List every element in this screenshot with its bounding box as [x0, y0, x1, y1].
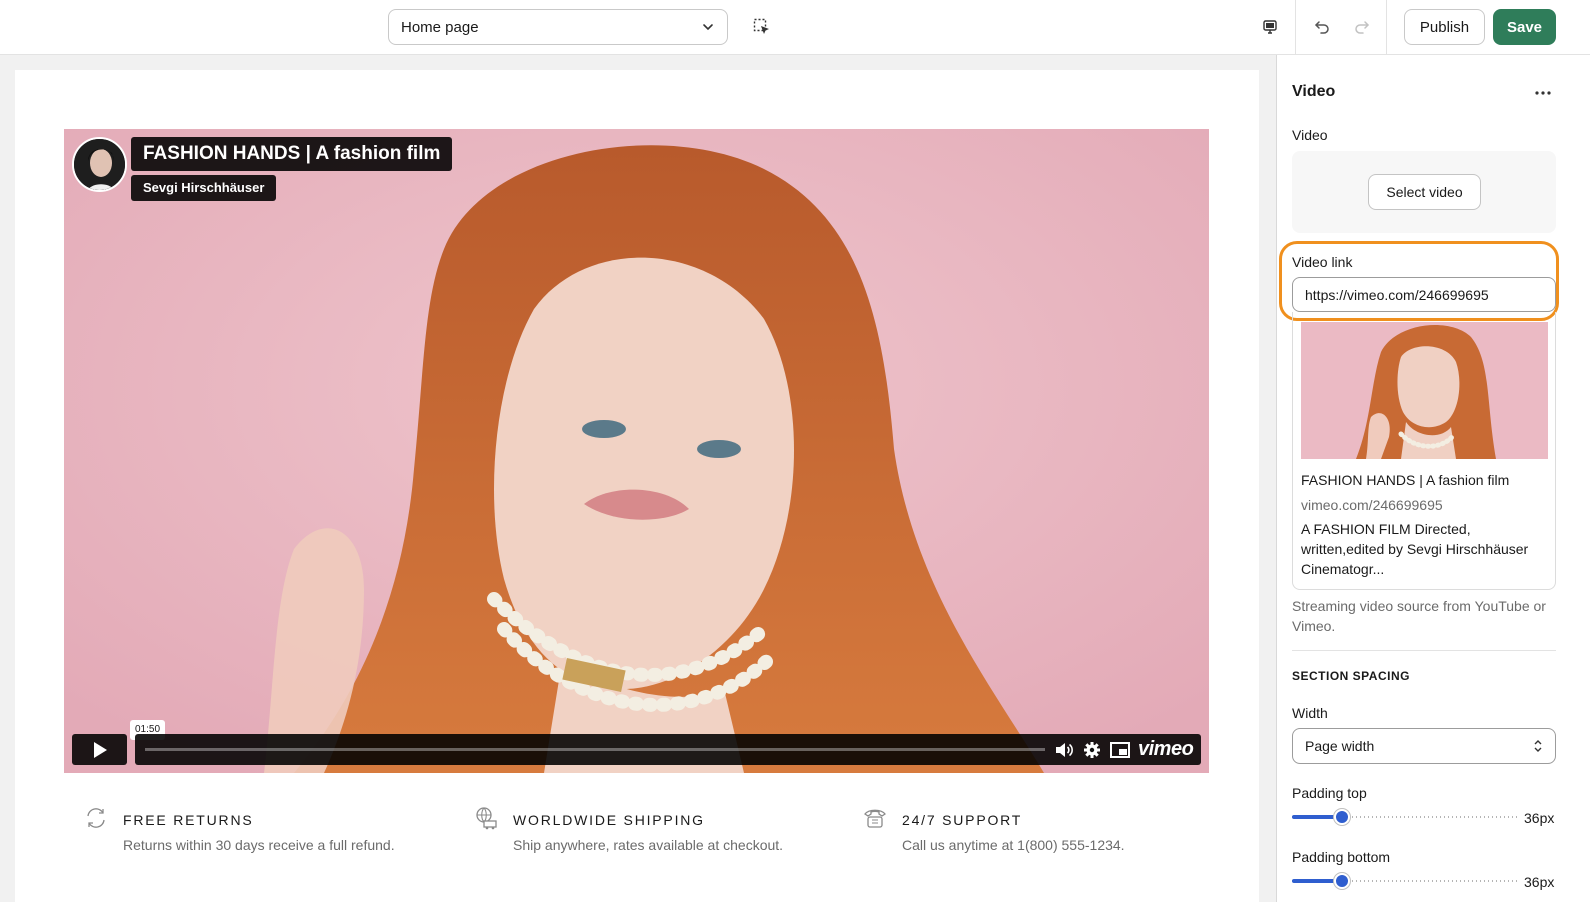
section-divider — [1292, 650, 1556, 651]
video-label: Video — [1292, 127, 1328, 143]
help-text: Streaming video source from YouTube or V… — [1292, 598, 1546, 634]
select-arrows-icon — [1534, 740, 1542, 752]
padding-top-value: 36px — [1524, 810, 1555, 826]
publish-button[interactable]: Publish — [1404, 9, 1485, 45]
inspector-icon[interactable] — [748, 13, 776, 41]
video-frame — [64, 129, 1209, 773]
padding-bottom-value: 36px — [1524, 874, 1555, 890]
width-select[interactable]: Page width — [1292, 728, 1556, 764]
select-video-button[interactable]: Select video — [1368, 174, 1481, 210]
more-options-icon[interactable] — [1532, 83, 1554, 103]
video-author[interactable]: Sevgi Hirschhäuser — [131, 175, 277, 201]
feature-title: WORLDWIDE SHIPPING — [513, 812, 705, 828]
card-description: A FASHION FILM Directed, written,edited … — [1301, 521, 1529, 577]
video-link-preview-card: FASHION HANDS | A fashion film vimeo.com… — [1292, 312, 1556, 590]
settings-sidebar: Video Video Select video Video link FASH… — [1276, 55, 1590, 902]
video-title[interactable]: FASHION HANDS | A fashion film — [131, 137, 453, 171]
vimeo-logo[interactable]: vimeo — [1138, 738, 1194, 761]
volume-icon[interactable] — [1054, 740, 1074, 760]
video-link-label: Video link — [1292, 254, 1353, 270]
pip-icon[interactable] — [1110, 740, 1130, 760]
redo-icon[interactable] — [1348, 13, 1376, 41]
feature-title: 24/7 SUPPORT — [902, 812, 1023, 828]
slider-handle[interactable] — [1334, 809, 1350, 825]
desktop-preview-icon[interactable] — [1256, 13, 1284, 41]
sidebar-title: Video — [1292, 83, 1336, 100]
phone-icon — [864, 809, 886, 828]
card-url[interactable]: vimeo.com/246699695 — [1301, 497, 1443, 513]
video-controls: vimeo — [135, 734, 1201, 765]
save-button[interactable]: Save — [1493, 9, 1556, 45]
padding-bottom-slider[interactable] — [1292, 873, 1517, 889]
slider-handle[interactable] — [1334, 873, 1350, 889]
section-spacing-heading: SECTION SPACING — [1292, 669, 1410, 683]
play-button[interactable] — [72, 734, 127, 765]
padding-top-slider[interactable] — [1292, 809, 1517, 825]
shipping-icon — [476, 807, 497, 830]
video-thumbnail — [1301, 322, 1548, 459]
feature-title: FREE RETURNS — [123, 812, 254, 828]
feature-description: Returns within 30 days receive a full re… — [123, 837, 395, 853]
video-picker: Select video — [1292, 151, 1556, 233]
returns-icon — [87, 808, 105, 828]
card-title: FASHION HANDS | A fashion film — [1301, 472, 1510, 488]
page-selector-label: Home page — [401, 18, 479, 36]
feature-description: Call us anytime at 1(800) 555-1234. — [902, 837, 1125, 853]
toolbar-divider — [1295, 0, 1296, 55]
play-icon — [93, 741, 107, 758]
width-label: Width — [1292, 705, 1328, 721]
undo-icon[interactable] — [1308, 13, 1336, 41]
video-player[interactable]: FASHION HANDS | A fashion film Sevgi Hir… — [64, 129, 1209, 773]
settings-icon[interactable] — [1082, 740, 1102, 760]
video-link-input[interactable] — [1292, 277, 1556, 312]
toolbar-divider — [1386, 0, 1387, 55]
padding-top-label: Padding top — [1292, 785, 1367, 801]
page-selector[interactable]: Home page — [388, 9, 728, 45]
chevron-down-icon — [703, 24, 713, 31]
progress-bar[interactable] — [145, 748, 1045, 751]
width-select-value: Page width — [1305, 738, 1375, 754]
author-avatar[interactable] — [72, 137, 127, 192]
feature-description: Ship anywhere, rates available at checko… — [513, 837, 784, 853]
padding-bottom-label: Padding bottom — [1292, 849, 1391, 865]
top-bar: Home page Publish Save — [0, 0, 1590, 55]
